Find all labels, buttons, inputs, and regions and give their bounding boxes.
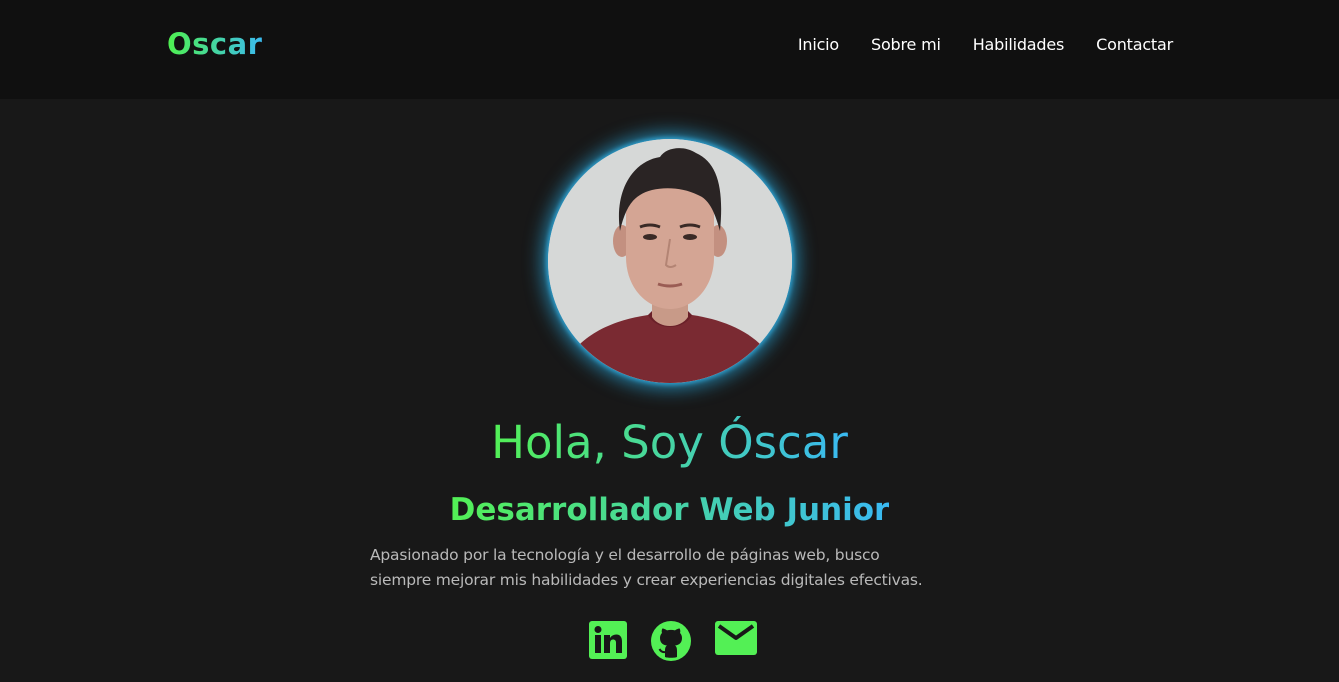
hero-title: Hola, Soy Óscar <box>491 416 848 469</box>
linkedin-link[interactable] <box>588 621 627 665</box>
nav-link-contactar[interactable]: Contactar <box>1096 35 1173 54</box>
description-line-1: Apasionado por la tecnología y el desarr… <box>370 546 880 564</box>
site-header: Oscar Inicio Sobre mi Habilidades Contac… <box>0 0 1339 99</box>
mail-icon <box>714 621 757 655</box>
social-links <box>0 621 1339 665</box>
github-link[interactable] <box>650 621 691 665</box>
hero-subtitle: Desarrollador Web Junior <box>449 492 890 528</box>
profile-photo <box>548 139 792 383</box>
nav-link-habilidades[interactable]: Habilidades <box>973 35 1065 54</box>
site-logo[interactable]: Oscar <box>167 27 262 61</box>
email-link[interactable] <box>714 621 757 665</box>
nav-link-inicio[interactable]: Inicio <box>798 35 839 54</box>
hero-description: Apasionado por la tecnología y el desarr… <box>370 543 980 593</box>
main-nav: Inicio Sobre mi Habilidades Contactar <box>798 35 1173 54</box>
hero-section: Hola, Soy Óscar Desarrollador Web Junior… <box>0 99 1339 682</box>
nav-link-sobre-mi[interactable]: Sobre mi <box>871 35 941 54</box>
linkedin-icon <box>588 621 627 659</box>
github-icon <box>650 621 691 661</box>
description-line-2: siempre mejorar mis habilidades y crear … <box>370 571 923 589</box>
